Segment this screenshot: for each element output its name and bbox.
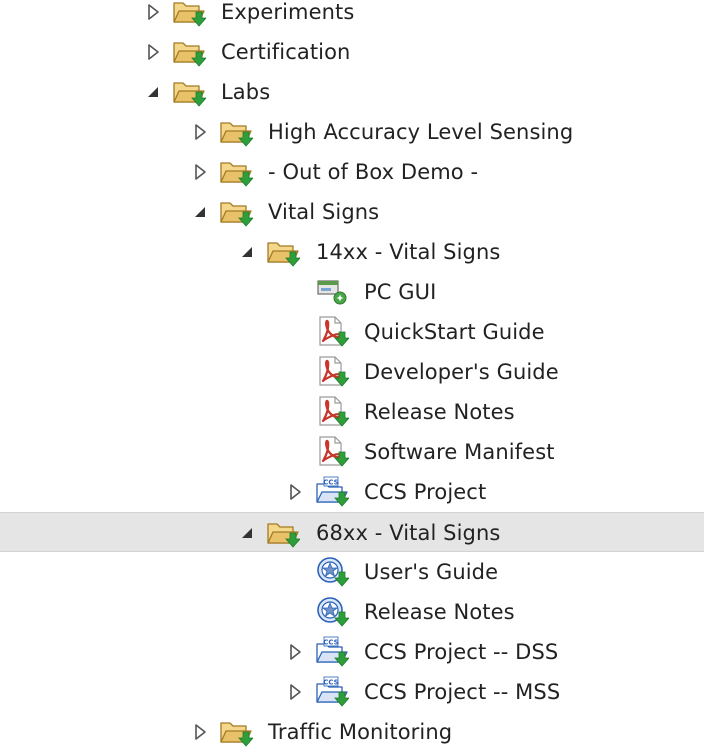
- folder-download-icon: [266, 236, 301, 268]
- pdf-download-icon: [315, 356, 350, 388]
- folder-download-icon: [172, 36, 207, 68]
- tree-item-ccs-project[interactable]: CCS CCS Project: [0, 472, 704, 512]
- collapse-arrow-icon[interactable]: [143, 82, 163, 102]
- tree-item-labs[interactable]: Labs: [0, 72, 704, 112]
- tree-item-quickstart-guide[interactable]: QuickStart Guide: [0, 312, 704, 352]
- tree-item-users-guide[interactable]: User's Guide: [0, 552, 704, 592]
- web-document-icon: [315, 556, 350, 588]
- folder-download-icon: [172, 0, 207, 28]
- tree-item-label: Vital Signs: [268, 200, 380, 224]
- tree-item-14xx-vital-signs[interactable]: 14xx - Vital Signs: [0, 232, 704, 272]
- tree-item-certification[interactable]: Certification: [0, 32, 704, 72]
- tree-item-label: Release Notes: [364, 400, 515, 424]
- expand-arrow-icon[interactable]: [285, 482, 305, 502]
- folder-download-icon: [219, 116, 254, 148]
- gui-app-icon: [315, 276, 349, 308]
- tree-item-68xx-vital-signs[interactable]: 68xx - Vital Signs: [0, 512, 704, 552]
- web-document-icon: [315, 596, 350, 628]
- tree-item-vital-signs[interactable]: Vital Signs: [0, 192, 704, 232]
- folder-download-icon: [219, 716, 254, 748]
- tree-item-pc-gui[interactable]: PC GUI: [0, 272, 704, 312]
- tree-item-ccs-project-mss[interactable]: CCS CCS Project -- MSS: [0, 672, 704, 712]
- tree-item-label: Release Notes: [364, 600, 515, 624]
- expand-arrow-icon[interactable]: [285, 642, 305, 662]
- ccs-project-icon: CCS: [315, 636, 350, 668]
- expand-arrow-icon[interactable]: [190, 722, 210, 742]
- collapse-arrow-icon[interactable]: [190, 202, 210, 222]
- folder-download-icon: [219, 156, 254, 188]
- folder-download-icon: [219, 196, 254, 228]
- tree-item-label: - Out of Box Demo -: [268, 160, 479, 184]
- tree-item-experiments[interactable]: Experiments: [0, 0, 704, 32]
- folder-download-icon: [266, 517, 301, 549]
- pdf-download-icon: [315, 396, 350, 428]
- tree-item-label: QuickStart Guide: [364, 320, 545, 344]
- tree-item-ccs-project-dss[interactable]: CCS CCS Project -- DSS: [0, 632, 704, 672]
- tree-item-out-of-box-demo[interactable]: - Out of Box Demo -: [0, 152, 704, 192]
- tree-item-traffic-monitoring[interactable]: Traffic Monitoring: [0, 712, 704, 752]
- expand-arrow-icon[interactable]: [143, 42, 163, 62]
- tree-item-label: High Accuracy Level Sensing: [268, 120, 574, 144]
- expand-arrow-icon[interactable]: [285, 682, 305, 702]
- tree-item-label: CCS Project -- DSS: [364, 640, 559, 664]
- tree-item-label: Labs: [221, 80, 271, 104]
- tree-item-label: Software Manifest: [364, 440, 555, 464]
- tree-item-label: Experiments: [221, 0, 355, 24]
- svg-text:CCS: CCS: [323, 678, 338, 686]
- tree-item-release-notes-14xx[interactable]: Release Notes: [0, 392, 704, 432]
- pdf-download-icon: [315, 316, 350, 348]
- tree-item-software-manifest[interactable]: Software Manifest: [0, 432, 704, 472]
- pdf-download-icon: [315, 436, 350, 468]
- tree-item-label: Traffic Monitoring: [268, 720, 453, 744]
- tree-item-label: 14xx - Vital Signs: [316, 240, 501, 264]
- tree-item-high-accuracy-level-sensing[interactable]: High Accuracy Level Sensing: [0, 112, 704, 152]
- resource-explorer-tree: Experiments Certification Labs High Accu…: [0, 0, 704, 756]
- expand-arrow-icon[interactable]: [190, 162, 210, 182]
- tree-item-label: CCS Project -- MSS: [364, 680, 561, 704]
- tree-item-label: User's Guide: [364, 560, 499, 584]
- tree-item-label: Developer's Guide: [364, 360, 559, 384]
- ccs-project-icon: CCS: [315, 476, 350, 508]
- tree-item-label: PC GUI: [364, 280, 437, 304]
- svg-text:CCS: CCS: [323, 478, 338, 486]
- ccs-project-icon: CCS: [315, 676, 350, 708]
- folder-download-icon: [172, 76, 207, 108]
- collapse-arrow-icon[interactable]: [237, 523, 257, 543]
- tree-item-label: Certification: [221, 40, 351, 64]
- tree-item-label: 68xx - Vital Signs: [316, 521, 501, 545]
- tree-item-label: CCS Project: [364, 480, 487, 504]
- tree-item-release-notes-68xx[interactable]: Release Notes: [0, 592, 704, 632]
- svg-text:CCS: CCS: [323, 638, 338, 646]
- collapse-arrow-icon[interactable]: [237, 242, 257, 262]
- expand-arrow-icon[interactable]: [190, 122, 210, 142]
- expand-arrow-icon[interactable]: [143, 2, 163, 22]
- tree-item-developers-guide[interactable]: Developer's Guide: [0, 352, 704, 392]
